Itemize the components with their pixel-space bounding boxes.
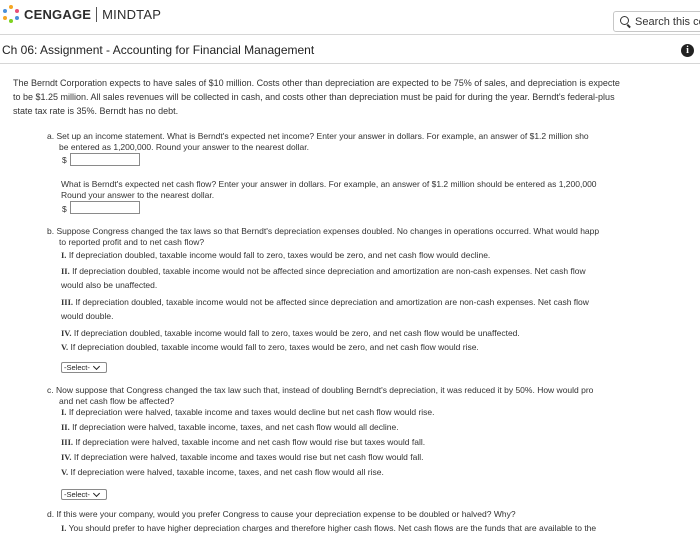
part-b-option-cont: would double. — [61, 311, 114, 321]
part-b-option: V. If depreciation doubled, taxable inco… — [61, 342, 479, 352]
part-b-option: IV. If depreciation doubled, taxable inc… — [61, 328, 520, 338]
part-c-option: III. If depreciation were halved, taxabl… — [61, 437, 426, 447]
part-d-question: d. If this were your company, would you … — [47, 509, 516, 519]
part-b-question: b. Suppose Congress changed the tax laws… — [47, 226, 599, 248]
brand-divider — [96, 6, 98, 22]
chevron-down-icon — [92, 362, 100, 370]
dollar-sign: $ — [62, 204, 67, 214]
question-content: The Berndt Corporation expects to have s… — [0, 64, 700, 536]
search-box[interactable]: Search this co — [613, 11, 700, 32]
part-c-question: c. Now suppose that Congress changed the… — [47, 385, 593, 407]
assignment-title: Ch 06: Assignment - Accounting for Finan… — [2, 43, 315, 57]
intro-line: to be $1.25 million. All sales revenues … — [13, 92, 615, 102]
intro-line: The Berndt Corporation expects to have s… — [13, 78, 620, 88]
part-c-option: V. If depreciation were halved, taxable … — [61, 467, 384, 477]
part-b-option-cont: would also be unaffected. — [61, 280, 158, 290]
part-c-option: II. If depreciation were halved, taxable… — [61, 422, 399, 432]
cengage-logo-icon — [2, 5, 20, 23]
question-line: What is Berndt's expected net cash flow?… — [61, 179, 597, 189]
question-line: b. Suppose Congress changed the tax laws… — [47, 226, 600, 236]
cengage-logo[interactable]: CENGAGE MINDTAP — [2, 4, 161, 24]
brand-name: CENGAGE — [24, 6, 92, 22]
part-c-option: I. If depreciation were halved, taxable … — [61, 407, 435, 417]
part-d-option: I. You should prefer to have higher depr… — [61, 523, 597, 533]
question-line: Round your answer to the nearest dollar. — [61, 190, 215, 200]
assignment-title-bar: Ch 06: Assignment - Accounting for Finan… — [0, 34, 700, 64]
product-name: MINDTAP — [102, 6, 162, 22]
net-income-input[interactable] — [70, 153, 140, 166]
part-c-option: IV. If depreciation were halved, taxable… — [61, 452, 424, 462]
part-c-select[interactable]: -Select- — [61, 489, 107, 500]
part-b-option: III. If depreciation doubled, taxable in… — [61, 297, 589, 307]
question-line: to reported profit and to net cash flow? — [59, 237, 205, 247]
search-icon — [620, 16, 631, 27]
intro-line: state tax rate is 35%. Berndt has no deb… — [13, 106, 179, 116]
problem-intro: The Berndt Corporation expects to have s… — [13, 76, 700, 118]
part-a-question-2: What is Berndt's expected net cash flow?… — [61, 179, 597, 201]
info-icon[interactable]: i — [681, 44, 694, 57]
question-line: a. Set up an income statement. What is B… — [47, 131, 589, 141]
net-cash-flow-input[interactable] — [70, 201, 140, 214]
search-input[interactable]: Search this co — [635, 16, 700, 28]
part-a-question-1: a. Set up an income statement. What is B… — [47, 131, 589, 153]
question-line: c. Now suppose that Congress changed the… — [47, 385, 594, 395]
question-line: be entered as 1,200,000. Round your answ… — [59, 142, 309, 152]
dollar-sign: $ — [62, 155, 67, 165]
part-b-select[interactable]: -Select- — [61, 362, 107, 373]
part-b-option: I. If depreciation doubled, taxable inco… — [61, 250, 491, 260]
top-header: CENGAGE MINDTAP Search this co — [0, 0, 700, 32]
part-b-option: II. If depreciation doubled, taxable inc… — [61, 266, 586, 276]
chevron-down-icon — [92, 489, 100, 497]
